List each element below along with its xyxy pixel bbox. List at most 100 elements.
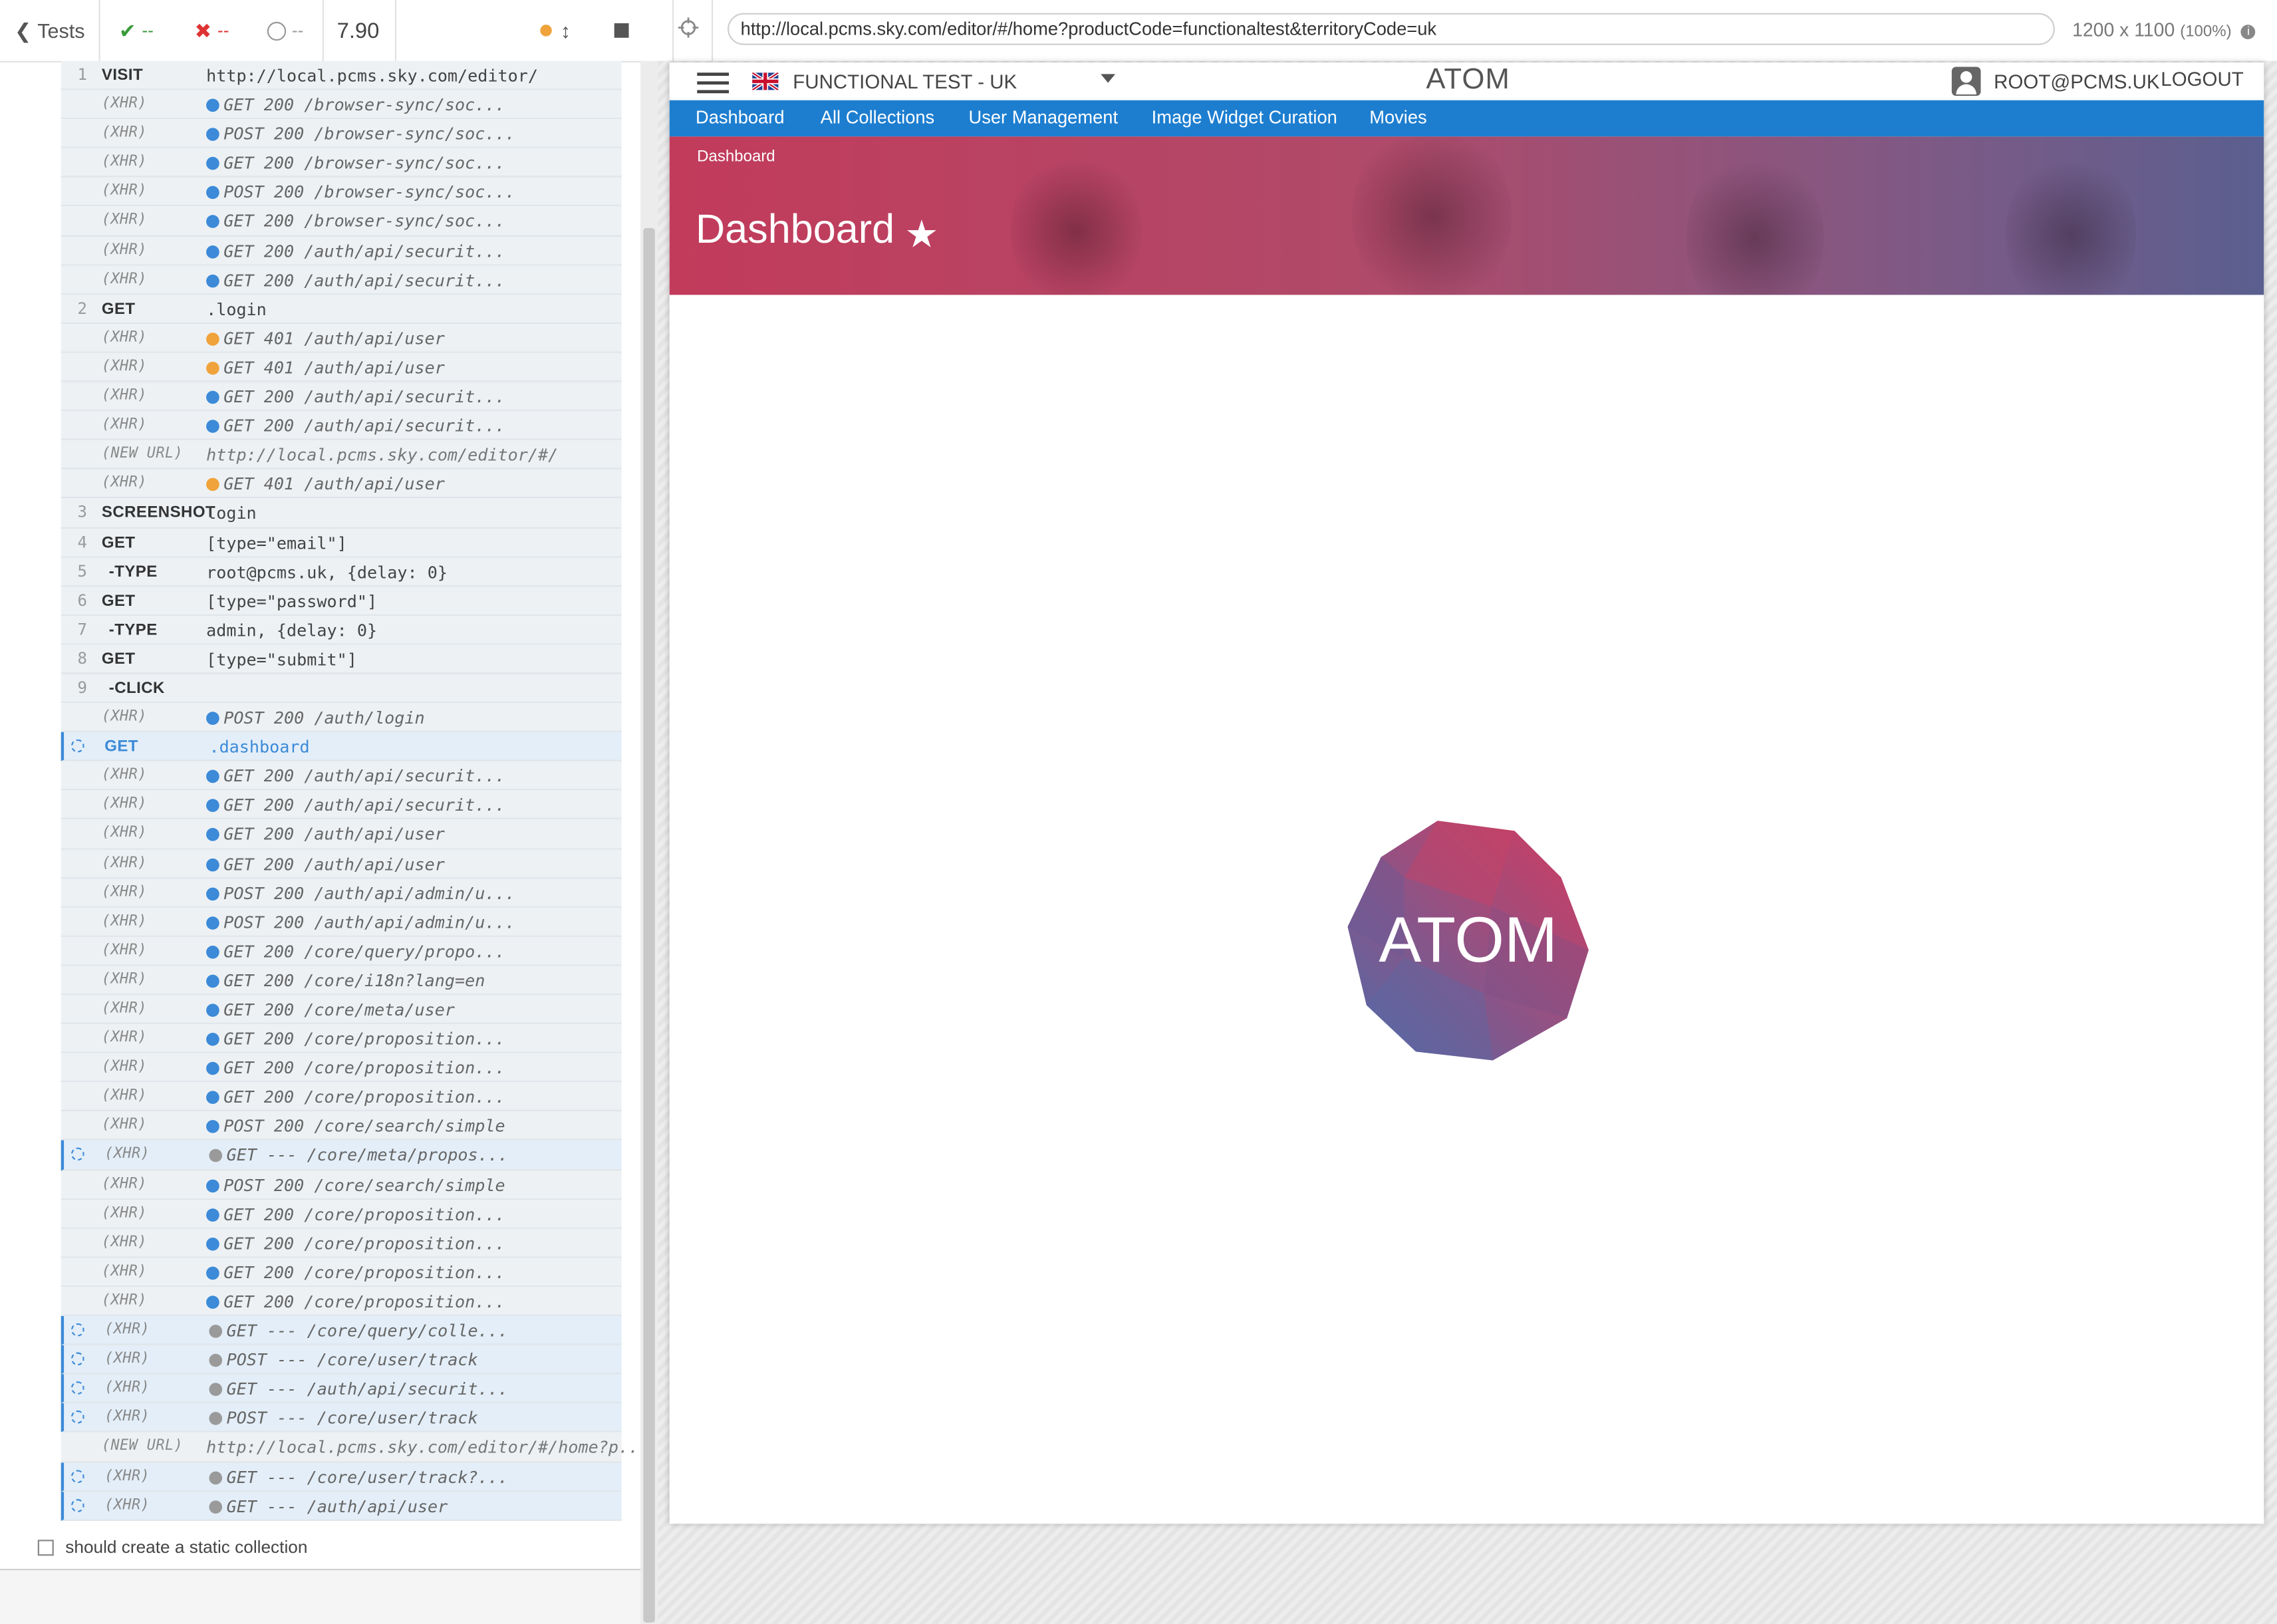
command-row[interactable]: (XHR) GET 200 /auth/api/user bbox=[61, 819, 622, 849]
nav-item-image-widget-curation[interactable]: Image Widget Curation bbox=[1152, 108, 1337, 128]
status-dot-icon bbox=[206, 857, 219, 871]
command-row[interactable]: (XHR) POST 200 /auth/api/admin/u... bbox=[61, 878, 622, 908]
command-row[interactable]: (XHR) POST 200 /auth/login bbox=[61, 703, 622, 733]
command-row[interactable]: 8 GET [type="submit"] bbox=[61, 644, 622, 674]
command-row[interactable]: (XHR) GET 200 /auth/api/user bbox=[61, 849, 622, 879]
territory-selector[interactable]: FUNCTIONAL TEST - UK bbox=[752, 67, 1116, 96]
running-dot-icon bbox=[540, 25, 552, 37]
command-row[interactable]: (XHR) POST 200 /core/search/simple bbox=[61, 1111, 622, 1141]
command-row[interactable]: (XHR) GET --- /auth/api/securit... bbox=[61, 1374, 622, 1404]
command-row[interactable]: (XHR) GET 200 /auth/api/securit... bbox=[61, 790, 622, 820]
command-message-text: GET 200 /auth/api/user bbox=[223, 824, 445, 845]
nav-item-movies[interactable]: Movies bbox=[1369, 108, 1426, 128]
menu-toggle[interactable] bbox=[697, 71, 730, 94]
command-row[interactable]: (XHR) GET 200 /core/proposition... bbox=[61, 1053, 622, 1083]
command-row[interactable]: (XHR) GET 200 /core/meta/user bbox=[61, 995, 622, 1025]
breadcrumb[interactable]: Dashboard bbox=[697, 148, 775, 166]
command-row[interactable]: (XHR) GET 200 /browser-sync/soc... bbox=[61, 90, 622, 120]
command-row[interactable]: (XHR) GET --- /auth/api/user bbox=[61, 1491, 622, 1521]
command-row[interactable]: (XHR) GET 200 /core/proposition... bbox=[61, 1082, 622, 1112]
command-row[interactable]: 2 GET .login bbox=[61, 294, 622, 324]
command-row[interactable]: 4 GET [type="email"] bbox=[61, 527, 622, 557]
command-message-text: GET --- /auth/api/securit... bbox=[226, 1379, 509, 1399]
command-message: GET 200 /auth/api/securit... bbox=[206, 269, 505, 291]
user-menu[interactable]: ROOT@PCMS.UK bbox=[1951, 67, 2160, 96]
pending-circle-icon bbox=[267, 21, 287, 41]
nav-item-dashboard[interactable]: Dashboard bbox=[696, 108, 785, 128]
command-message-text: login bbox=[206, 503, 257, 524]
nav-item-user-management[interactable]: User Management bbox=[969, 108, 1119, 128]
status-dot-icon bbox=[206, 1120, 219, 1134]
command-row[interactable]: (XHR) POST 200 /core/search/simple bbox=[61, 1170, 622, 1200]
command-row[interactable]: (XHR) GET 200 /auth/api/securit... bbox=[61, 236, 622, 265]
command-row[interactable]: (XHR) GET 200 /core/proposition... bbox=[61, 1024, 622, 1053]
app-logo[interactable]: ATOM bbox=[1426, 64, 1510, 97]
command-row[interactable]: (XHR) GET 401 /auth/api/user bbox=[61, 470, 622, 499]
status-dot-icon bbox=[209, 1500, 223, 1514]
command-row[interactable]: (XHR) POST --- /core/user/track bbox=[61, 1345, 622, 1375]
command-row[interactable]: (NEW URL) http://local.pcms.sky.com/edito… bbox=[61, 1432, 648, 1462]
command-row[interactable]: 7 -TYPE admin, {delay: 0} bbox=[61, 615, 622, 645]
logout-button[interactable]: LOGOUT bbox=[2161, 68, 2244, 90]
command-row[interactable]: 1 VISIT http://local.pcms.sky.com/editor/ bbox=[61, 61, 622, 90]
command-row[interactable]: 9 -CLICK bbox=[61, 674, 622, 704]
command-row[interactable]: (XHR) GET 401 /auth/api/user bbox=[61, 352, 622, 382]
status-dot-icon bbox=[206, 215, 219, 229]
command-message: login bbox=[206, 503, 257, 524]
command-row[interactable]: (NEW URL) http://local.pcms.sky.com/edito… bbox=[61, 440, 622, 470]
command-row[interactable]: 6 GET [type="password"] bbox=[61, 586, 622, 616]
command-message: GET 200 /browser-sync/soc... bbox=[206, 153, 505, 174]
command-message: admin, {delay: 0} bbox=[206, 620, 377, 640]
command-name: (XHR) bbox=[101, 1000, 147, 1017]
command-row[interactable]: (XHR) GET --- /core/user/track?... bbox=[61, 1462, 622, 1492]
scrollbar-thumb[interactable] bbox=[643, 227, 655, 1623]
command-row[interactable]: (XHR) POST 200 /auth/api/admin/u... bbox=[61, 907, 622, 937]
status-dot-icon bbox=[206, 274, 219, 287]
command-row[interactable]: (XHR) GET --- /core/meta/propos... bbox=[61, 1141, 622, 1170]
command-row[interactable]: (XHR) GET 200 /auth/api/securit... bbox=[61, 382, 622, 412]
command-row[interactable]: (XHR) GET 200 /auth/api/securit... bbox=[61, 761, 622, 791]
command-row[interactable]: (XHR) GET 200 /core/proposition... bbox=[61, 1287, 622, 1317]
status-dot-icon bbox=[206, 1237, 219, 1251]
reporter-scrollbar[interactable] bbox=[640, 61, 658, 1624]
command-message-text: GET 200 /core/i18n?lang=en bbox=[223, 970, 485, 991]
command-row[interactable]: (XHR) POST 200 /browser-sync/soc... bbox=[61, 119, 622, 149]
command-row[interactable]: (XHR) GET 200 /auth/api/securit... bbox=[61, 265, 622, 295]
command-message: http://local.pcms.sky.com/editor/#/ bbox=[206, 445, 558, 466]
selector-playground-button[interactable] bbox=[678, 17, 699, 45]
command-message-text: GET 200 /browser-sync/soc... bbox=[223, 94, 505, 115]
command-number: 7 bbox=[77, 620, 88, 639]
command-row[interactable]: (XHR) GET 200 /core/i18n?lang=en bbox=[61, 966, 622, 996]
command-row[interactable]: (XHR) POST 200 /browser-sync/soc... bbox=[61, 178, 622, 207]
stop-button[interactable] bbox=[614, 0, 629, 61]
command-message-text: GET --- /core/query/colle... bbox=[226, 1320, 509, 1341]
command-row[interactable]: (XHR) POST --- /core/user/track bbox=[61, 1403, 622, 1433]
command-row[interactable]: (XHR) GET 200 /core/query/propo... bbox=[61, 936, 622, 966]
command-message: GET 200 /browser-sync/soc... bbox=[206, 211, 505, 231]
command-row[interactable]: (XHR) GET 401 /auth/api/user bbox=[61, 323, 622, 353]
duration: 7.90 bbox=[336, 18, 380, 43]
command-name: (XHR) bbox=[101, 212, 147, 229]
command-row[interactable]: (XHR) GET 200 /browser-sync/soc... bbox=[61, 207, 622, 237]
command-name: GET bbox=[101, 592, 136, 610]
command-row[interactable]: GET .dashboard bbox=[61, 732, 622, 762]
status-dot-icon bbox=[206, 1295, 219, 1309]
aut-url-field[interactable]: http://local.pcms.sky.com/editor/#/home?… bbox=[728, 13, 2055, 45]
command-row[interactable]: (XHR) GET 200 /core/proposition... bbox=[61, 1258, 622, 1287]
command-row[interactable]: (XHR) GET 200 /browser-sync/soc... bbox=[61, 148, 622, 178]
test-status-checkbox bbox=[37, 1539, 54, 1556]
auto-scroll-toggle[interactable]: ↕ bbox=[561, 0, 571, 61]
command-message-text: GET 200 /auth/api/securit... bbox=[223, 269, 505, 291]
next-test-item[interactable]: should create a static collection bbox=[37, 1537, 308, 1557]
favourite-star-icon[interactable]: ★ bbox=[904, 212, 938, 257]
nav-item-all-collections[interactable]: All Collections bbox=[821, 108, 934, 128]
command-row[interactable]: 5 -TYPE root@pcms.uk, {delay: 0} bbox=[61, 557, 622, 587]
command-row[interactable]: (XHR) GET 200 /core/proposition... bbox=[61, 1199, 622, 1229]
back-to-tests-button[interactable]: ❮ Tests bbox=[15, 0, 85, 61]
command-name: (XHR) bbox=[104, 1468, 150, 1484]
command-row[interactable]: (XHR) GET --- /core/query/colle... bbox=[61, 1316, 622, 1345]
info-icon[interactable]: i bbox=[2241, 25, 2256, 39]
command-row[interactable]: (XHR) GET 200 /core/proposition... bbox=[61, 1228, 622, 1258]
command-row[interactable]: (XHR) GET 200 /auth/api/securit... bbox=[61, 411, 622, 441]
command-row[interactable]: 3 SCREENSHOT login bbox=[61, 499, 622, 528]
